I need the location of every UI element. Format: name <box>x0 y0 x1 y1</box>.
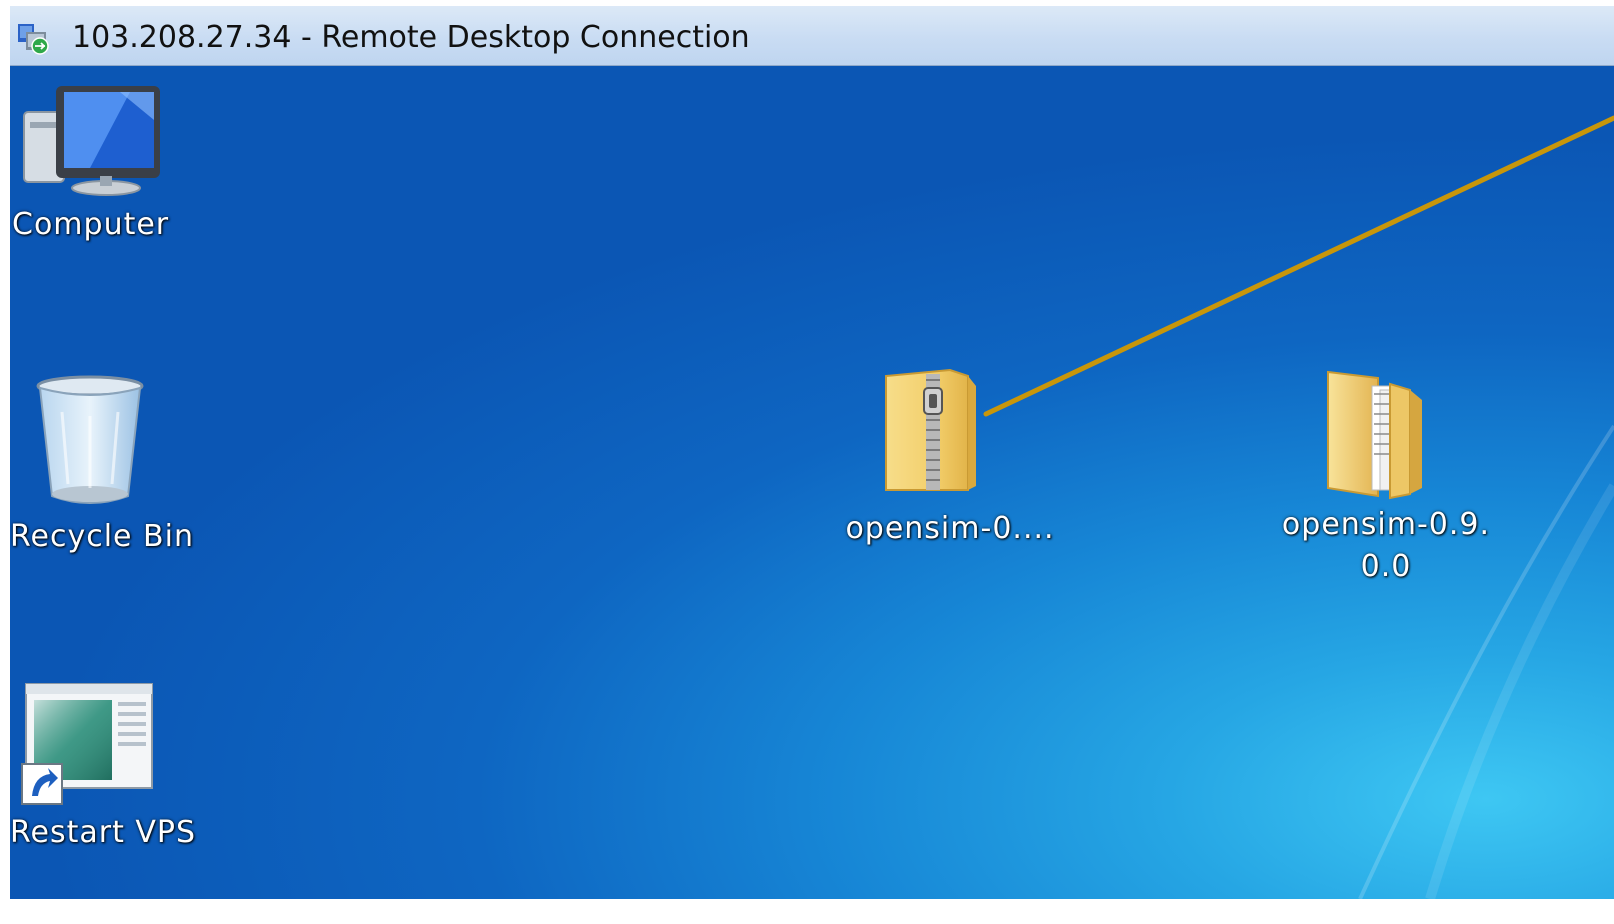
desktop[interactable]: Computer Recycle Bin Restart VPS opensim… <box>10 66 1614 899</box>
desktop-icon-label: Restart VPS <box>10 815 197 850</box>
remote-desktop-window: 103.208.27.34 - Remote Desktop Connectio… <box>10 6 1614 899</box>
desktop-icon-label: Computer <box>12 207 170 242</box>
desktop-icon-recycle-bin[interactable]: Recycle Bin <box>10 372 194 558</box>
recycle-bin-icon <box>36 375 144 504</box>
window-title: 103.208.27.34 - Remote Desktop Connectio… <box>72 20 750 55</box>
remote-desktop-icon <box>18 24 49 55</box>
desktop-icon-label-line2: 0.0 <box>1360 549 1412 584</box>
desktop-icon-computer[interactable]: Computer <box>10 80 180 246</box>
title-bar[interactable]: 103.208.27.34 - Remote Desktop Connectio… <box>10 6 1614 66</box>
zip-folder-icon <box>885 368 976 491</box>
desktop-icon-label: opensim-0.... <box>845 511 1055 546</box>
desktop-icon-restart-vps[interactable]: Restart VPS <box>10 680 197 854</box>
desktop-icon-opensim-zip[interactable]: opensim-0.... <box>830 366 1070 550</box>
computer-icon <box>23 86 160 196</box>
desktop-icon-label: Recycle Bin <box>10 519 194 554</box>
desktop-icon-label-line1: opensim-0.9. <box>1281 507 1491 542</box>
folder-icon <box>1327 370 1422 500</box>
desktop-icon-opensim-folder[interactable]: opensim-0.9. 0.0 <box>1266 364 1506 588</box>
shortcut-icon <box>21 683 153 805</box>
